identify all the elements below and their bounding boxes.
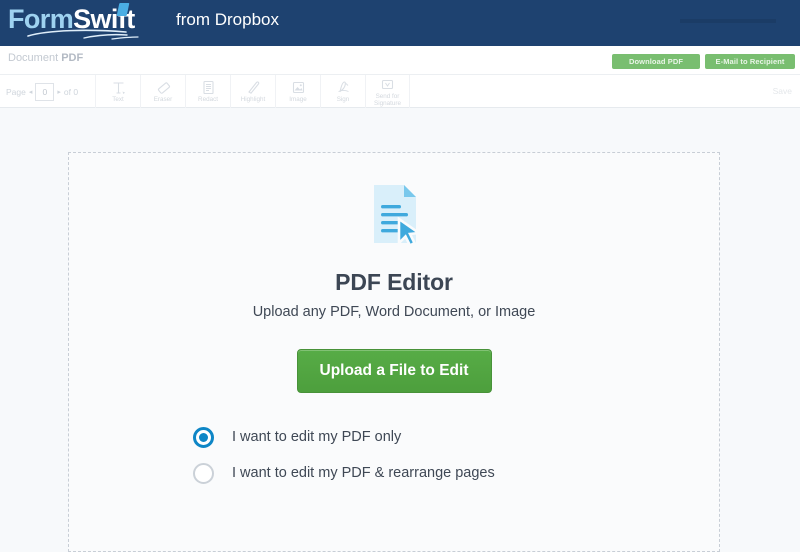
radio-option-pdf-only[interactable]: I want to edit my PDF only: [193, 419, 719, 455]
tool-text[interactable]: Text: [95, 75, 140, 108]
page-total-label: of 0: [63, 86, 79, 97]
text-tool-icon: [96, 80, 140, 95]
tool-sign-label: Sign: [336, 96, 350, 104]
editor-canvas: PDF Editor Upload any PDF, Word Document…: [0, 108, 800, 552]
tool-redact[interactable]: Redact: [185, 75, 230, 108]
page-navigation: Page ◂ ▸ of 0: [6, 75, 78, 108]
eraser-tool-icon: [141, 80, 185, 95]
edit-mode-radio-group: I want to edit my PDF only I want to edi…: [69, 419, 719, 491]
sign-tool-icon: [321, 80, 365, 95]
document-with-cursor-icon: [362, 181, 426, 251]
tool-eraser-label: Eraser: [153, 96, 173, 104]
redact-tool-icon: [186, 80, 230, 95]
radio-label-rearrange-pages: I want to edit my PDF & rearrange pages: [232, 465, 495, 481]
page-prev-icon[interactable]: ◂: [29, 88, 33, 96]
highlight-tool-icon: [231, 80, 275, 95]
radio-mark-pdf-only[interactable]: [193, 426, 214, 448]
tool-eraser[interactable]: Eraser: [140, 75, 185, 108]
upload-file-button[interactable]: Upload a File to Edit: [296, 349, 492, 393]
page-title: PDF Editor: [335, 269, 453, 295]
save-button[interactable]: Save: [773, 86, 792, 96]
page-number-input[interactable]: [35, 82, 55, 101]
tool-redact-label: Redact: [198, 96, 218, 104]
page-next-icon[interactable]: ▸: [57, 88, 61, 96]
document-label-text: Document: [8, 52, 59, 64]
radio-option-rearrange-pages[interactable]: I want to edit my PDF & rearrange pages: [193, 455, 719, 491]
page-label: Page: [6, 86, 26, 97]
editor-toolbar: Page ◂ ▸ of 0 Text Eraser: [0, 75, 800, 108]
tool-highlight-label: Highlight: [240, 96, 266, 104]
brand-tagline: from Dropbox: [176, 10, 279, 29]
tool-group: Text Eraser Redact Highlight Image Sign …: [95, 75, 410, 108]
radio-mark-rearrange-pages[interactable]: [193, 462, 214, 484]
logo-swoosh-icon: [27, 29, 139, 40]
radio-label-pdf-only: I want to edit my PDF only: [232, 429, 402, 445]
header-divider: [680, 19, 776, 23]
tool-sign[interactable]: Sign: [320, 75, 365, 108]
tool-send-for-signature[interactable]: Send for Signature: [365, 75, 410, 108]
tool-image-label: Image: [289, 96, 307, 104]
send-signature-tool-icon: [366, 77, 409, 92]
document-type-text: PDF: [61, 52, 84, 64]
tool-send-for-signature-label: Send for Signature: [374, 92, 401, 107]
download-pdf-button[interactable]: Download PDF: [612, 54, 700, 69]
image-tool-icon: [276, 80, 320, 95]
email-to-recipient-button[interactable]: E-Mail to Recipient: [705, 54, 795, 69]
app-header: FormSwift from Dropbox: [0, 0, 800, 46]
dropzone-content: PDF Editor Upload any PDF, Word Document…: [69, 153, 719, 491]
tool-highlight[interactable]: Highlight: [230, 75, 275, 108]
page-subtitle: Upload any PDF, Word Document, or Image: [252, 304, 536, 320]
upload-dropzone[interactable]: PDF Editor Upload any PDF, Word Document…: [68, 152, 720, 552]
tool-image[interactable]: Image: [275, 75, 320, 108]
document-name-label: Document PDF: [8, 52, 83, 64]
tool-text-label: Text: [112, 96, 124, 104]
